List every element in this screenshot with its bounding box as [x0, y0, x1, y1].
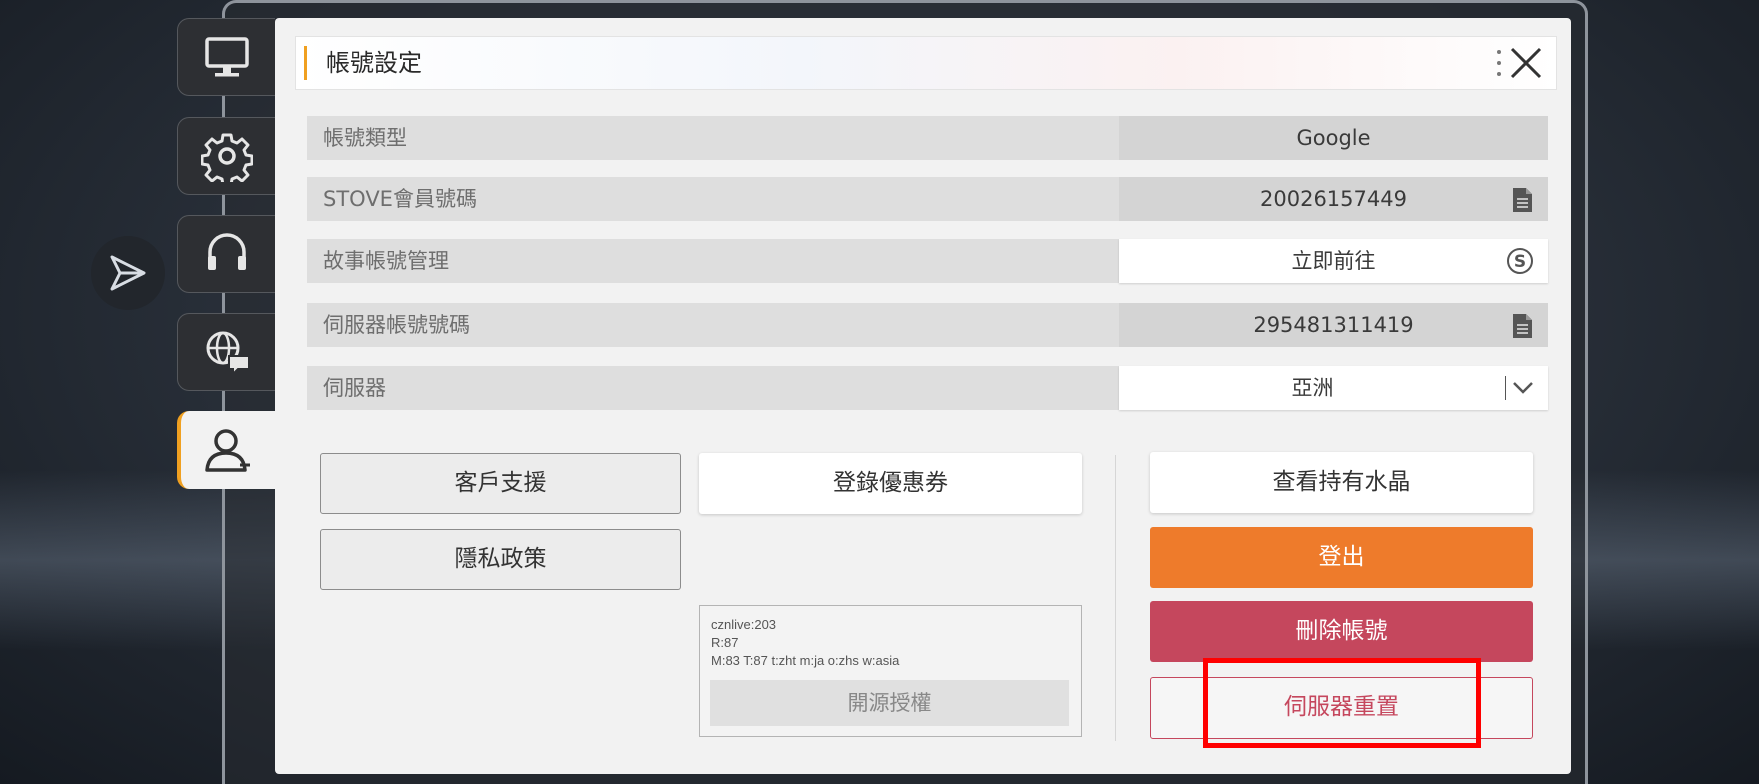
register-coupon-button[interactable]: 登錄優惠券 — [699, 453, 1082, 514]
headset-icon — [207, 233, 246, 270]
open-source-license-button[interactable]: 開源授權 — [710, 680, 1069, 726]
vertical-divider — [1115, 455, 1116, 741]
copy-icon[interactable] — [1510, 187, 1534, 213]
stove-icon: S — [1507, 248, 1533, 274]
row-label: 伺服器 — [323, 376, 386, 400]
row-account-type: 帳號類型 Google — [307, 116, 1548, 160]
row-story-account: 故事帳號管理 立即前往 S — [307, 239, 1548, 283]
row-server: 伺服器 亞洲 — [307, 366, 1548, 410]
send-button[interactable] — [91, 236, 165, 310]
row-label: STOVE會員號碼 — [323, 187, 477, 211]
globe-chat-icon — [206, 331, 250, 377]
chevron-down-icon — [1513, 382, 1533, 394]
view-crystals-button[interactable]: 查看持有水晶 — [1150, 452, 1533, 513]
go-now-label: 立即前往 — [1291, 249, 1376, 273]
more-options-icon[interactable] — [1496, 47, 1502, 79]
server-account-id-text: 295481311419 — [1253, 313, 1414, 337]
dropdown-separator — [1505, 376, 1506, 400]
customer-support-button[interactable]: 客戶支援 — [320, 453, 681, 514]
highlight-annotation — [1203, 658, 1481, 748]
row-label: 帳號類型 — [323, 126, 407, 150]
page-title: 帳號設定 — [326, 49, 422, 77]
tab-support[interactable] — [177, 215, 275, 293]
row-stove-member-id: STOVE會員號碼 20026157449 — [307, 177, 1548, 221]
stove-member-id-text: 20026157449 — [1260, 187, 1407, 211]
server-select[interactable]: 亞洲 — [1119, 366, 1548, 410]
logout-button[interactable]: 登出 — [1150, 527, 1533, 588]
tab-account[interactable] — [177, 411, 275, 489]
row-label: 故事帳號管理 — [323, 249, 449, 273]
go-now-button[interactable]: 立即前往 S — [1119, 239, 1548, 283]
gear-icon — [200, 133, 253, 182]
row-label: 伺服器帳號號碼 — [323, 313, 470, 337]
delete-account-button[interactable]: 刪除帳號 — [1150, 601, 1533, 662]
server-select-value: 亞洲 — [1291, 376, 1334, 400]
version-info-box: cznlive:203 R:87 M:83 T:87 t:zht m:ja o:… — [699, 605, 1082, 737]
account-type-value: Google — [1119, 116, 1548, 160]
stove-member-id-value: 20026157449 — [1119, 177, 1548, 221]
tab-settings[interactable] — [177, 117, 275, 195]
close-icon[interactable] — [1508, 45, 1544, 81]
row-server-account-id: 伺服器帳號號碼 295481311419 — [307, 303, 1548, 347]
monitor-icon — [204, 37, 249, 77]
info-line: R:87 — [711, 635, 739, 650]
user-icon — [205, 429, 250, 472]
send-icon — [110, 255, 146, 291]
tab-display[interactable] — [177, 18, 275, 96]
panel-header: 帳號設定 — [295, 36, 1557, 90]
header-accent-bar — [304, 46, 307, 80]
privacy-policy-button[interactable]: 隱私政策 — [320, 529, 681, 590]
info-line: M:83 T:87 t:zht m:ja o:zhs w:asia — [711, 653, 900, 668]
tab-language[interactable] — [177, 313, 275, 391]
server-account-id-value: 295481311419 — [1119, 303, 1548, 347]
copy-icon[interactable] — [1510, 313, 1534, 339]
info-line: cznlive:203 — [711, 617, 777, 632]
svg-text:S: S — [1514, 252, 1526, 272]
